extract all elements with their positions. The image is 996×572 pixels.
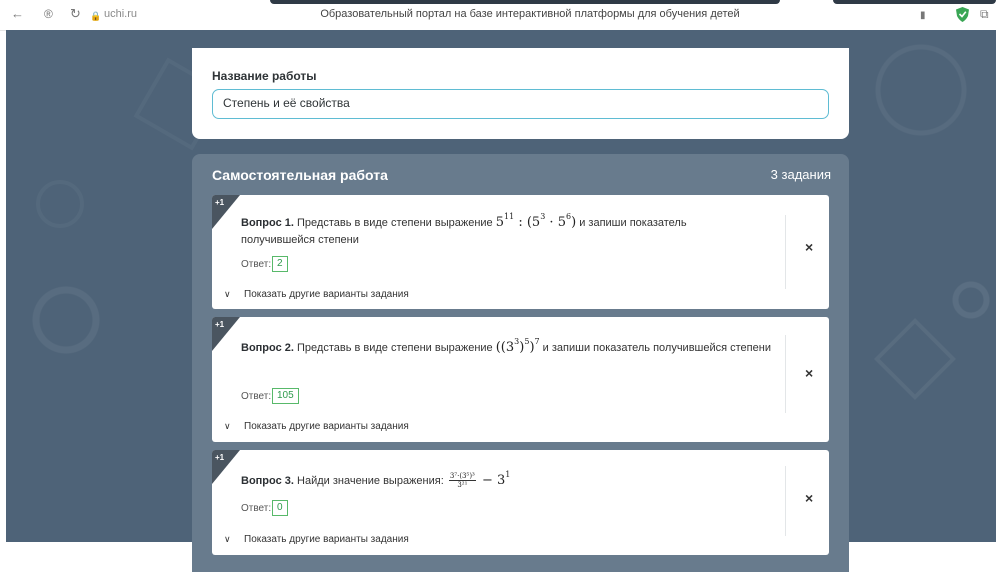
question-prompt: Представь в виде степени выражение [297, 342, 493, 354]
question-text: Вопрос 2. Представь в виде степени выраж… [241, 333, 781, 357]
work-name-label: Название работы [212, 69, 317, 83]
math-expression: 3⁷·(3⁵)³ 3²¹ − 31 [448, 470, 511, 489]
page-background: Название работы Степень и её свойства Са… [6, 30, 996, 572]
question-number: Вопрос 3. [241, 475, 294, 487]
question-card-1: +1 Вопрос 1. Представь в виде степени вы… [212, 195, 829, 309]
question-number: Вопрос 1. [241, 217, 294, 229]
question-prompt: Представь в виде степени выражение [297, 217, 493, 229]
question-number: Вопрос 2. [241, 342, 294, 354]
browser-tab-indicator [270, 0, 780, 4]
question-prompt: Найди значение выражения: [297, 475, 444, 487]
answer-value: 105 [272, 388, 299, 404]
divider [785, 335, 786, 413]
show-variants-toggle[interactable]: ∨ Показать другие варианты задания [224, 421, 409, 432]
answer-label: Ответ: [241, 259, 272, 270]
points-badge: +1 [215, 453, 225, 462]
math-expression: ((33)5)7 [495, 337, 540, 355]
answer-label: Ответ: [241, 503, 272, 514]
decor-shape [873, 317, 957, 401]
yandex-icon[interactable]: ® [44, 6, 53, 22]
bookmark-icon[interactable]: ▮ [920, 8, 926, 24]
work-name-input[interactable]: Степень и её свойства [212, 89, 829, 119]
answer-label: Ответ: [241, 391, 272, 402]
chevron-down-icon: ∨ [224, 534, 231, 544]
divider [785, 466, 786, 536]
close-icon[interactable]: × [805, 239, 813, 255]
decor-shape [36, 180, 84, 228]
question-text: Вопрос 3. Найди значение выражения: 3⁷·(… [241, 466, 781, 490]
divider [785, 215, 786, 289]
question-text: Вопрос 1. Представь в виде степени выраж… [241, 208, 751, 249]
points-badge: +1 [215, 320, 225, 329]
math-expression: 511 : (53 · 56) [495, 212, 577, 230]
lock-icon: 🔒 [90, 11, 102, 21]
close-icon[interactable]: × [805, 490, 813, 506]
extension-icon[interactable]: ⧉ [980, 6, 989, 22]
task-count: 3 задания [770, 167, 831, 182]
browser-tab-indicator [833, 0, 996, 4]
address-bar-url[interactable]: uchi.ru [104, 8, 137, 20]
points-badge: +1 [215, 198, 225, 207]
show-variants-toggle[interactable]: ∨ Показать другие варианты задания [224, 534, 409, 545]
close-icon[interactable]: × [805, 365, 813, 381]
back-arrow-icon[interactable]: ← [11, 6, 24, 22]
page-title: Образовательный портал на базе интеракти… [320, 8, 740, 20]
question-card-2: +1 Вопрос 2. Представь в виде степени вы… [212, 317, 829, 442]
chevron-down-icon: ∨ [224, 421, 231, 431]
shield-icon[interactable] [956, 7, 969, 22]
answer-value: 2 [272, 256, 288, 272]
answer-value: 0 [272, 500, 288, 516]
browser-toolbar: ← ® ↻ 🔒 uchi.ru Образовательный портал н… [0, 0, 996, 31]
work-name-card: Название работы Степень и её свойства [192, 48, 849, 139]
chevron-down-icon: ∨ [224, 289, 231, 299]
question-prompt-end: и запиши показатель получившейся степени [542, 342, 771, 354]
question-card-3: +1 Вопрос 3. Найди значение выражения: 3… [212, 450, 829, 555]
panel-title: Самостоятельная работа [212, 167, 388, 183]
show-variants-toggle[interactable]: ∨ Показать другие варианты задания [224, 289, 409, 300]
reload-icon[interactable]: ↻ [70, 6, 81, 22]
independent-work-panel: Самостоятельная работа 3 задания +1 Вопр… [192, 154, 849, 572]
